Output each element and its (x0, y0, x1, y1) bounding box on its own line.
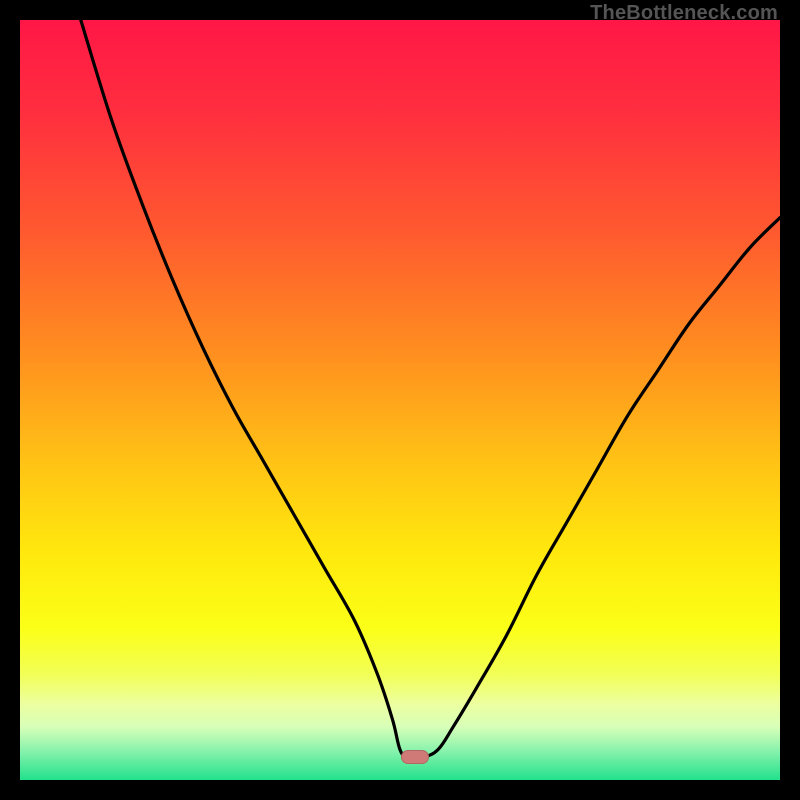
chart-frame: TheBottleneck.com (0, 0, 800, 800)
bottleneck-curve (81, 20, 780, 758)
curve-layer (20, 20, 780, 780)
optimal-marker (401, 750, 429, 764)
plot-area (20, 20, 780, 780)
attribution-label: TheBottleneck.com (590, 2, 778, 25)
